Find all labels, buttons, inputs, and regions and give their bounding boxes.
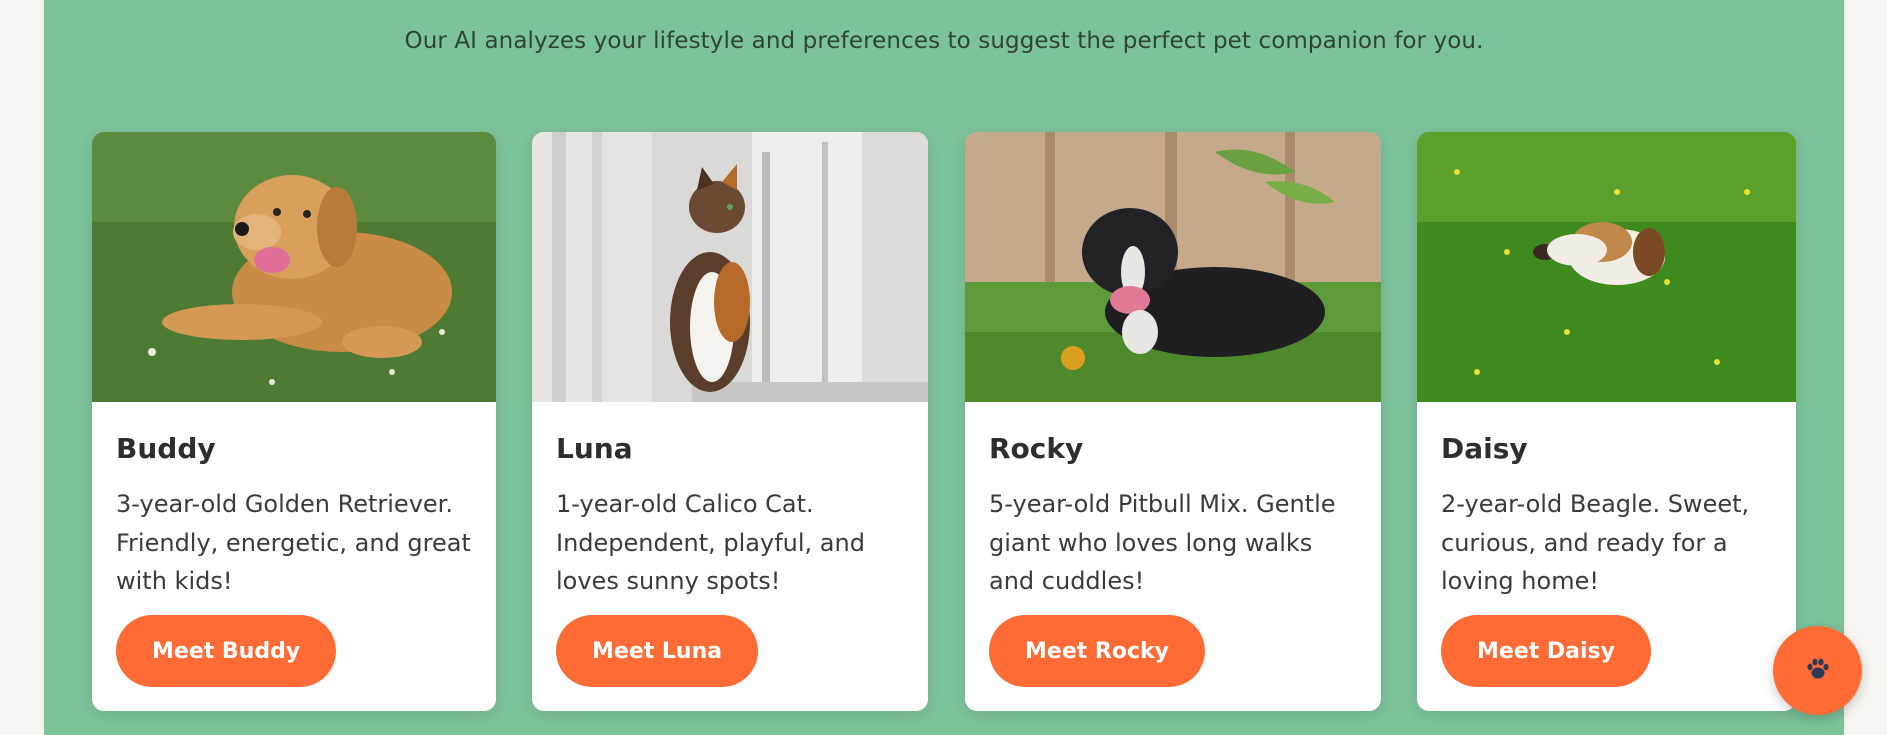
pet-name: Luna: [556, 432, 633, 465]
pet-card-daisy: Daisy 2-year-old Beagle. Sweet, curious,…: [1417, 132, 1796, 711]
pet-photo-beagle: [1417, 132, 1796, 402]
pet-photo-pitbull-mix: [965, 132, 1381, 402]
pet-photo-golden-retriever: [92, 132, 496, 402]
pet-name: Rocky: [989, 432, 1084, 465]
section-tagline: Our AI analyzes your lifestyle and prefe…: [404, 28, 1484, 54]
meet-daisy-button[interactable]: Meet Daisy: [1441, 615, 1651, 687]
pet-description: 1-year-old Calico Cat. Independent, play…: [556, 490, 865, 595]
paw-icon: [1805, 657, 1831, 684]
pet-name: Buddy: [116, 432, 216, 465]
pet-card-rocky: Rocky 5-year-old Pitbull Mix. Gentle gia…: [965, 132, 1381, 711]
meet-luna-button[interactable]: Meet Luna: [556, 615, 759, 687]
pet-description: 5-year-old Pitbull Mix. Gentle giant who…: [989, 490, 1336, 595]
chat-fab-button[interactable]: [1773, 626, 1862, 715]
pet-description: 2-year-old Beagle. Sweet, curious, and r…: [1441, 490, 1750, 595]
pet-name: Daisy: [1441, 432, 1528, 465]
pet-card-buddy: Buddy 3-year-old Golden Retriever. Frien…: [92, 132, 496, 711]
meet-rocky-button[interactable]: Meet Rocky: [989, 615, 1205, 687]
pet-description: 3-year-old Golden Retriever. Friendly, e…: [116, 490, 471, 595]
pet-card-luna: Luna 1-year-old Calico Cat. Independent,…: [532, 132, 928, 711]
pet-photo-calico-cat: [532, 132, 928, 402]
recommendations-section: Our AI analyzes your lifestyle and prefe…: [44, 0, 1844, 735]
meet-buddy-button[interactable]: Meet Buddy: [116, 615, 337, 687]
